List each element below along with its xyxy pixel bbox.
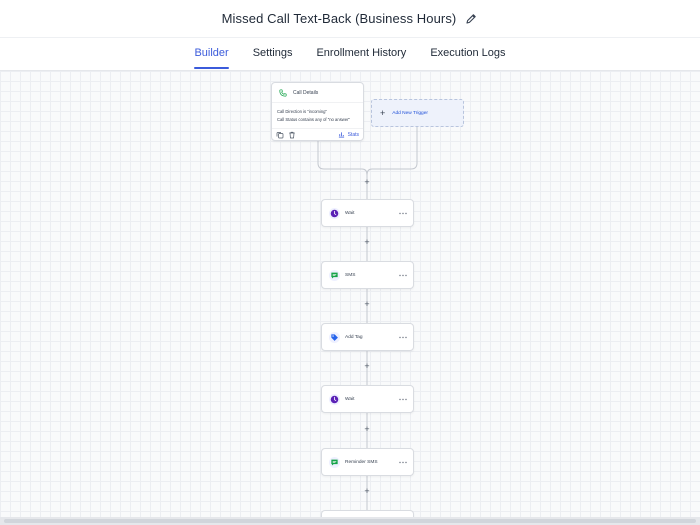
trigger-conditions: Call Direction is "incoming" Call Status… (272, 103, 363, 124)
tab-settings[interactable]: Settings (241, 38, 305, 70)
add-step-button[interactable]: + (362, 299, 372, 309)
trigger-header: Call Details (272, 83, 363, 103)
workflow-title: Missed Call Text-Back (Business Hours) (221, 11, 457, 26)
more-options-icon[interactable] (399, 458, 407, 466)
scrollbar-thumb[interactable] (4, 519, 696, 523)
action-node-label: Wait (345, 210, 355, 216)
add-step-button[interactable]: + (362, 486, 372, 496)
clock-icon (329, 207, 340, 219)
workflow-header: Missed Call Text-Back (Business Hours) (0, 0, 700, 38)
more-options-icon[interactable] (399, 271, 407, 279)
builder-canvas[interactable]: Call Details Call Direction is "incoming… (0, 70, 700, 517)
trigger-condition: Call Direction is "incoming" (277, 109, 327, 114)
workflow-tabs: Builder Settings Enrollment History Exec… (0, 38, 700, 70)
add-step-button[interactable]: + (362, 361, 372, 371)
stats-button[interactable]: Stats (338, 131, 359, 138)
trigger-condition: Call Status contains any of "no answer" (277, 117, 351, 122)
plus-icon: + (380, 108, 386, 118)
add-new-trigger-button[interactable]: + Add New Trigger (371, 99, 464, 127)
message-icon (329, 456, 340, 468)
bar-chart-icon (338, 131, 345, 138)
add-step-button[interactable]: + (362, 237, 372, 247)
more-options-icon[interactable] (399, 333, 407, 341)
trigger-title: Call Details (293, 89, 319, 96)
stats-label: Stats (347, 131, 359, 138)
action-node-sms[interactable]: SMS (321, 261, 414, 289)
copy-icon[interactable] (276, 131, 284, 139)
action-node-label: Reminder SMS (345, 459, 378, 465)
add-trigger-label: Add New Trigger (392, 110, 428, 116)
action-node-label: Wait (345, 396, 355, 402)
action-node-add-tag[interactable]: Add Tag (321, 323, 414, 351)
tab-execution-logs[interactable]: Execution Logs (418, 38, 517, 70)
tag-icon (329, 331, 340, 343)
tab-builder[interactable]: Builder (182, 38, 240, 70)
tab-enrollment-history[interactable]: Enrollment History (304, 38, 418, 70)
add-step-button[interactable]: + (362, 424, 372, 434)
more-options-icon[interactable] (399, 209, 407, 217)
more-options-icon[interactable] (399, 395, 407, 403)
trash-icon[interactable] (288, 131, 296, 139)
pencil-icon[interactable] (464, 12, 478, 26)
action-node-label: SMS (345, 272, 356, 278)
trigger-footer: Stats (272, 128, 363, 140)
action-node-wait[interactable]: Wait (321, 199, 414, 227)
action-node-label: Add Tag (345, 334, 363, 340)
horizontal-scrollbar[interactable] (0, 517, 700, 525)
message-icon (329, 269, 340, 281)
clock-icon (329, 393, 340, 405)
add-step-button[interactable]: + (362, 177, 372, 187)
action-node-wait[interactable]: Wait (321, 385, 414, 413)
action-node-reminder-sms[interactable]: Reminder SMS (321, 448, 414, 476)
phone-icon (279, 88, 287, 97)
action-node-partial[interactable] (321, 510, 414, 517)
trigger-card[interactable]: Call Details Call Direction is "incoming… (271, 82, 364, 141)
